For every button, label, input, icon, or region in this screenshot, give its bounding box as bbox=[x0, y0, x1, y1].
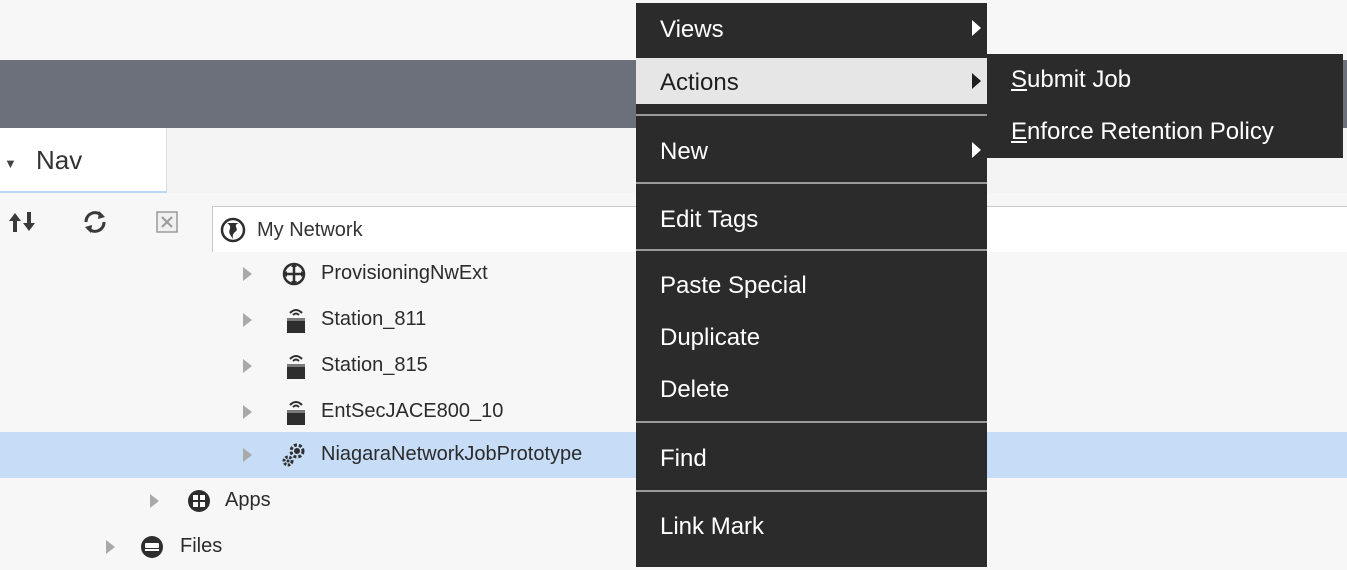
menu-item-link-mark[interactable]: Link Mark bbox=[636, 502, 987, 548]
menu-item-submit-job[interactable]: Submit Job bbox=[987, 54, 1343, 106]
actions-submenu: Submit Job Enforce Retention Policy bbox=[987, 54, 1343, 158]
submenu-item-label: Enforce Retention Policy bbox=[1011, 118, 1274, 146]
menu-item-paste-special[interactable]: Paste Special bbox=[636, 261, 987, 307]
submenu-arrow-icon bbox=[972, 20, 981, 36]
menu-item-label: Actions bbox=[660, 69, 739, 96]
context-menu: Views Actions New Edit Tags Paste Specia… bbox=[636, 3, 987, 567]
gears-icon bbox=[280, 441, 308, 469]
menu-item-actions[interactable]: Actions bbox=[636, 58, 987, 104]
menu-item-delete[interactable]: Delete bbox=[636, 365, 987, 411]
menu-item-views[interactable]: Views bbox=[636, 5, 987, 51]
menu-item-enforce-retention-policy[interactable]: Enforce Retention Policy bbox=[987, 106, 1343, 158]
refresh-icon[interactable] bbox=[78, 205, 112, 239]
mnemonic-letter: S bbox=[1011, 66, 1028, 93]
submenu-arrow-icon bbox=[972, 142, 981, 158]
station-icon bbox=[282, 352, 310, 380]
menu-separator bbox=[636, 249, 987, 251]
menu-item-label: Duplicate bbox=[660, 324, 761, 351]
menu-item-label: Paste Special bbox=[660, 272, 807, 299]
path-text: My Network bbox=[257, 219, 363, 241]
menu-separator bbox=[636, 182, 987, 184]
menu-separator bbox=[636, 114, 987, 116]
menu-item-new[interactable]: New bbox=[636, 127, 987, 173]
expand-arrow-icon[interactable] bbox=[150, 494, 159, 508]
submenu-item-text: ubmit Job bbox=[1027, 66, 1132, 93]
expand-arrow-icon[interactable] bbox=[106, 540, 115, 554]
expand-arrow-icon[interactable] bbox=[243, 448, 252, 462]
apps-icon bbox=[185, 487, 213, 515]
expand-arrow-icon[interactable] bbox=[243, 313, 252, 327]
expand-arrow-icon[interactable] bbox=[243, 267, 252, 281]
tree-item-label: Files bbox=[180, 535, 223, 557]
submenu-item-label: Submit Job bbox=[1011, 66, 1131, 94]
files-icon bbox=[138, 533, 166, 561]
globe-icon bbox=[219, 216, 247, 249]
expand-arrow-icon[interactable] bbox=[243, 405, 252, 419]
station-icon bbox=[282, 398, 310, 426]
station-icon bbox=[282, 306, 310, 334]
tree-item-label: EntSecJACE800_10 bbox=[321, 400, 504, 422]
close-icon[interactable] bbox=[150, 205, 184, 239]
menu-item-label: Link Mark bbox=[660, 513, 765, 540]
tree-item-label: Station_811 bbox=[321, 308, 427, 330]
mnemonic-letter: E bbox=[1011, 118, 1028, 145]
menu-separator bbox=[636, 421, 987, 423]
provisioning-icon bbox=[280, 260, 308, 288]
submenu-item-text: nforce Retention Policy bbox=[1027, 118, 1274, 145]
tree-item-label: Station_815 bbox=[321, 354, 428, 376]
menu-item-find[interactable]: Find bbox=[636, 434, 987, 480]
tree-item-label: Apps bbox=[225, 489, 271, 511]
menu-item-edit-tags[interactable]: Edit Tags bbox=[636, 195, 987, 241]
menu-item-label: Views bbox=[660, 16, 724, 43]
menu-separator bbox=[636, 490, 987, 492]
menu-item-duplicate[interactable]: Duplicate bbox=[636, 313, 987, 359]
expand-arrow-icon[interactable] bbox=[243, 359, 252, 373]
tree-item-label: NiagaraNetworkJobPrototype bbox=[321, 443, 583, 465]
menu-item-label: Edit Tags bbox=[660, 206, 759, 233]
collapse-triangle-icon[interactable]: ▼ bbox=[4, 156, 17, 171]
nav-tab-label: Nav bbox=[36, 145, 83, 175]
menu-item-label: Find bbox=[660, 445, 707, 472]
tree-item-label: ProvisioningNwExt bbox=[321, 262, 488, 284]
sort-arrows-icon[interactable] bbox=[6, 205, 40, 239]
submenu-arrow-icon bbox=[972, 73, 981, 89]
menu-item-label: New bbox=[660, 138, 709, 165]
menu-item-label: Delete bbox=[660, 376, 730, 403]
nav-tab[interactable]: ▼ Nav bbox=[0, 128, 167, 193]
